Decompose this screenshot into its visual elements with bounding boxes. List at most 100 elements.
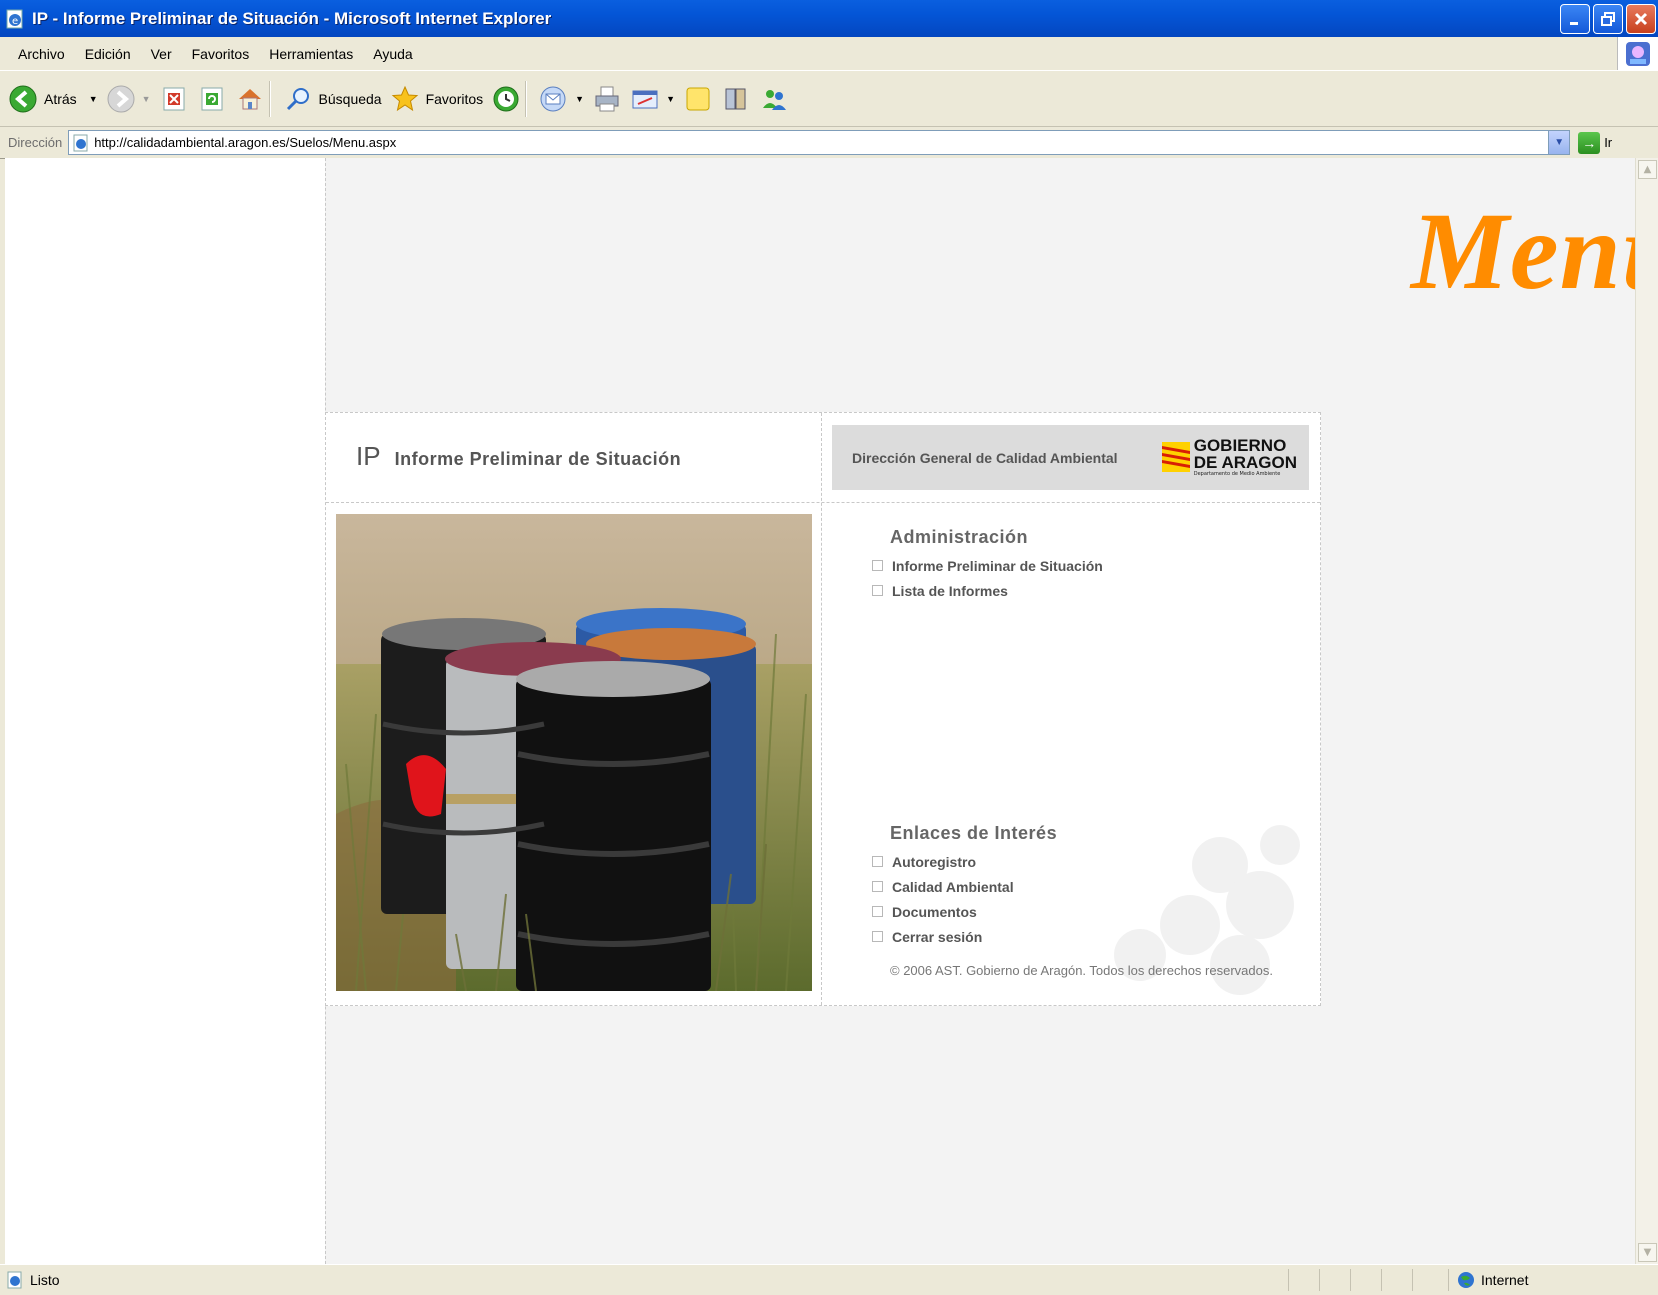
status-bar: Listo Internet bbox=[0, 1264, 1658, 1295]
department-banner: Dirección General de Calidad Ambiental G… bbox=[832, 425, 1309, 490]
toolbar-separator bbox=[525, 80, 528, 117]
history-button[interactable] bbox=[491, 84, 521, 114]
address-bar: Dirección http://calidadambiental.aragon… bbox=[0, 127, 1658, 159]
gobierno-aragon-logo: GOBIERNO DE ARAGON Departamento de Medio… bbox=[1161, 436, 1297, 477]
search-magnifier-icon bbox=[286, 87, 309, 110]
discuss-button[interactable] bbox=[683, 84, 713, 114]
page-loaded-icon bbox=[7, 1271, 22, 1289]
menu-edicion[interactable]: Edición bbox=[83, 44, 133, 64]
home-button[interactable] bbox=[235, 84, 265, 114]
link-cerrar-sesion[interactable]: Cerrar sesión bbox=[872, 924, 1014, 949]
minimize-icon bbox=[1570, 22, 1578, 25]
edit-page-icon bbox=[632, 90, 658, 108]
status-panes bbox=[1288, 1269, 1443, 1291]
back-arrow-icon bbox=[9, 85, 37, 112]
link-label: Autoregistro bbox=[892, 853, 976, 870]
minimize-button[interactable] bbox=[1560, 4, 1590, 34]
windows-logo-icon bbox=[1626, 41, 1650, 66]
research-button[interactable] bbox=[721, 84, 751, 114]
search-button[interactable]: Búsqueda bbox=[283, 84, 382, 114]
svg-text:e: e bbox=[12, 16, 18, 27]
messenger-people-icon bbox=[763, 89, 787, 110]
close-button[interactable] bbox=[1626, 4, 1656, 34]
back-button[interactable]: Atrás ▼ bbox=[8, 84, 98, 114]
windows-flag-logo bbox=[1617, 37, 1658, 70]
menu-herramientas[interactable]: Herramientas bbox=[267, 44, 355, 64]
messenger-button[interactable] bbox=[759, 84, 789, 114]
go-button[interactable]: → Ir bbox=[1578, 131, 1612, 154]
chevron-down-icon: ▼ bbox=[1554, 137, 1565, 148]
bullet-box-icon bbox=[872, 856, 883, 867]
research-book-icon bbox=[725, 88, 746, 109]
back-dropdown-icon[interactable]: ▼ bbox=[89, 94, 98, 104]
edit-dropdown-icon[interactable]: ▼ bbox=[666, 94, 675, 104]
copyright-notice: © 2006 AST. Gobierno de Aragón. Todos lo… bbox=[890, 963, 1273, 978]
window-titlebar: e IP - Informe Preliminar de Situación -… bbox=[0, 0, 1658, 37]
app-header: IP Informe Preliminar de Situación bbox=[356, 441, 681, 472]
refresh-button[interactable] bbox=[197, 84, 227, 114]
restore-icon bbox=[1601, 12, 1615, 26]
barrels-image bbox=[336, 514, 812, 991]
page-heading: Menu IP bbox=[1411, 190, 1636, 312]
barrels-photo bbox=[336, 514, 812, 991]
link-informe-preliminar[interactable]: Informe Preliminar de Situación bbox=[872, 553, 1103, 578]
logo-line-1: GOBIERNO bbox=[1193, 436, 1287, 455]
menubar: Archivo Edición Ver Favoritos Herramient… bbox=[0, 37, 1658, 71]
bullet-box-icon bbox=[872, 906, 883, 917]
forward-dropdown-icon[interactable]: ▼ bbox=[142, 94, 151, 104]
internet-globe-icon bbox=[1458, 1272, 1474, 1288]
stop-icon bbox=[163, 87, 185, 110]
bullet-box-icon bbox=[872, 560, 883, 571]
restore-button[interactable] bbox=[1593, 4, 1623, 34]
bullet-box-icon bbox=[872, 931, 883, 942]
navigation-column: Administración Informe Preliminar de Sit… bbox=[832, 503, 1320, 1005]
menu-ver[interactable]: Ver bbox=[149, 44, 174, 64]
link-label: Cerrar sesión bbox=[892, 928, 983, 945]
mail-icon bbox=[540, 86, 566, 111]
page-globe-icon bbox=[73, 134, 88, 151]
printer-icon bbox=[595, 86, 619, 111]
print-button[interactable] bbox=[592, 84, 622, 114]
mail-dropdown-icon[interactable]: ▼ bbox=[575, 94, 584, 104]
link-label: Documentos bbox=[892, 903, 977, 920]
stop-button[interactable] bbox=[159, 84, 189, 114]
aragon-flag-icon bbox=[1161, 442, 1190, 472]
department-name: Dirección General de Calidad Ambiental bbox=[852, 449, 1118, 466]
menu-ayuda[interactable]: Ayuda bbox=[371, 44, 414, 64]
address-dropdown-button[interactable]: ▼ bbox=[1548, 131, 1570, 154]
link-lista-informes[interactable]: Lista de Informes bbox=[872, 578, 1103, 603]
admin-section-title: Administración bbox=[890, 527, 1029, 547]
link-label: Calidad Ambiental bbox=[892, 878, 1014, 895]
forward-button[interactable]: ▼ bbox=[106, 84, 151, 114]
scroll-up-icon[interactable]: ▲ bbox=[1638, 160, 1657, 179]
menu-favoritos[interactable]: Favoritos bbox=[190, 44, 252, 64]
security-zone: Internet bbox=[1448, 1269, 1647, 1291]
favorites-label: Favoritos bbox=[425, 90, 484, 107]
bullet-box-icon bbox=[872, 585, 883, 596]
address-input[interactable]: http://calidadambiental.aragon.es/Suelos… bbox=[68, 130, 1571, 155]
status-area: Listo bbox=[6, 1271, 60, 1289]
forward-arrow-icon bbox=[107, 85, 135, 112]
link-autoregistro[interactable]: Autoregistro bbox=[872, 849, 1014, 874]
note-icon bbox=[686, 87, 710, 110]
menu-archivo[interactable]: Archivo bbox=[16, 44, 67, 64]
history-clock-icon bbox=[493, 86, 519, 111]
main-panel: IP Informe Preliminar de Situación Direc… bbox=[325, 412, 1321, 1006]
app-abbreviation: IP bbox=[356, 441, 381, 471]
toolbar-separator bbox=[268, 80, 271, 117]
mail-button[interactable]: ▼ bbox=[539, 84, 584, 114]
edit-button[interactable]: ▼ bbox=[630, 84, 675, 114]
window-title: IP - Informe Preliminar de Situación - M… bbox=[32, 8, 552, 28]
app-name: Informe Preliminar de Situación bbox=[394, 449, 682, 469]
home-icon bbox=[238, 88, 261, 109]
address-label: Dirección bbox=[8, 135, 63, 150]
scroll-down-icon[interactable]: ▼ bbox=[1638, 1243, 1657, 1262]
favorites-button[interactable]: Favoritos bbox=[390, 84, 484, 114]
link-calidad-ambiental[interactable]: Calidad Ambiental bbox=[872, 874, 1014, 899]
link-documentos[interactable]: Documentos bbox=[872, 899, 1014, 924]
search-label: Búsqueda bbox=[318, 90, 382, 107]
back-label: Atrás bbox=[44, 90, 77, 107]
address-url: http://calidadambiental.aragon.es/Suelos… bbox=[94, 135, 397, 150]
vertical-scrollbar[interactable]: ▲ ▼ bbox=[1635, 158, 1658, 1264]
go-arrow-icon: → bbox=[1578, 131, 1601, 154]
